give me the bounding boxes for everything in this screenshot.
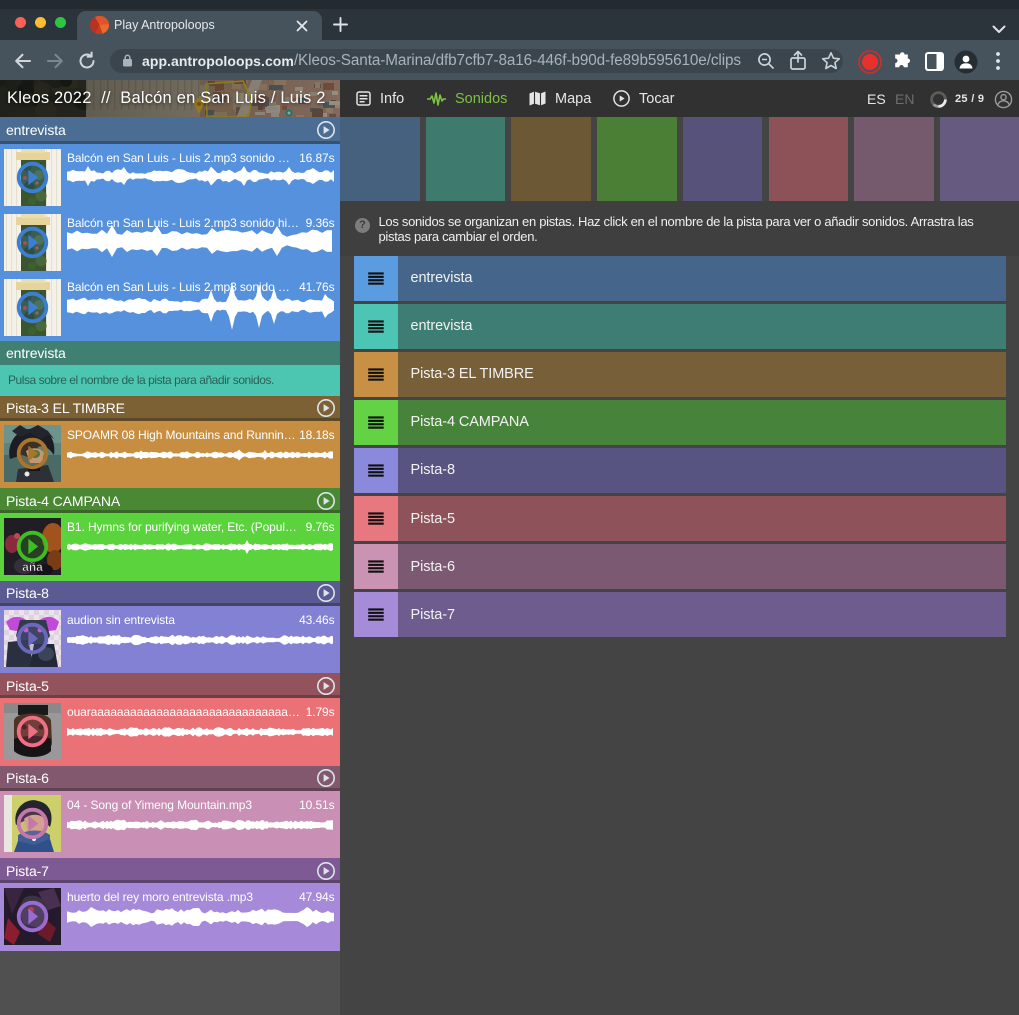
svg-text:aña: aña: [22, 560, 43, 574]
